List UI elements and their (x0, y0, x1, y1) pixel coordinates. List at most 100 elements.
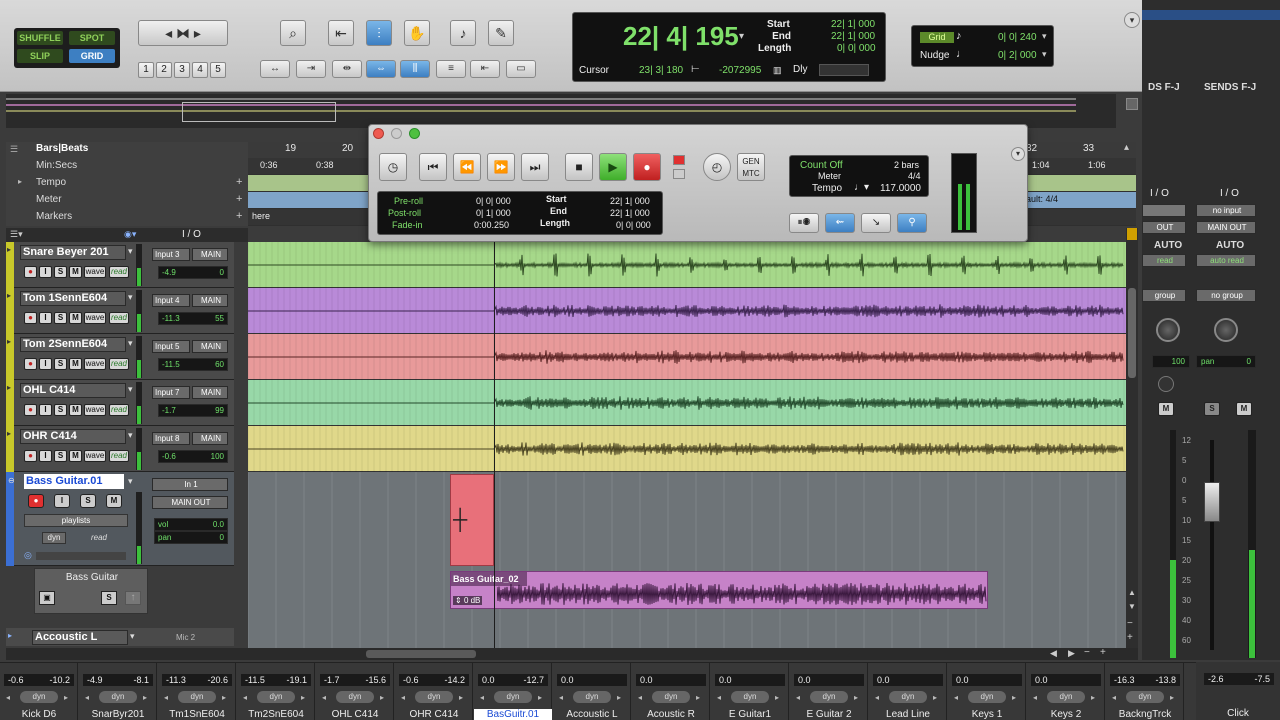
metronome-icon[interactable]: ◴ (703, 153, 731, 181)
strip-values[interactable]: -16.3 -13.8 (1110, 674, 1180, 686)
pencil-tool-icon[interactable]: ✎ (488, 20, 514, 46)
strip-values[interactable]: 0.0 (952, 674, 1022, 686)
strip-values[interactable]: 0.0 (873, 674, 943, 686)
strip-values[interactable]: 0.0 (636, 674, 706, 686)
track-view-selector[interactable]: wave (84, 266, 106, 278)
markers-label[interactable]: Markers (36, 211, 72, 222)
mixer-strip[interactable]: 0.0 ◂ dyn ▸ Accoustic L (553, 663, 631, 720)
overview-view-box[interactable] (182, 102, 336, 122)
track-timebase-icon[interactable]: ◎ (24, 550, 32, 561)
link-track-icon[interactable]: ⇹ (332, 60, 362, 78)
delay-label[interactable]: Dly (793, 64, 807, 75)
input-monitor-button[interactable]: I (39, 450, 52, 462)
track-volume-pan[interactable]: -0.6 100 (158, 450, 228, 463)
mixer-strip[interactable]: -16.3 -13.8 ◂ dyn ▸ BackngTrck (1106, 663, 1184, 720)
mixer-strip[interactable]: 0.0 ◂ dyn ▸ Keys 1 (948, 663, 1026, 720)
strip-left-arrow-icon[interactable]: ◂ (164, 693, 168, 702)
strip-dyn-button[interactable]: dyn (1126, 691, 1164, 703)
strip-left-arrow-icon[interactable]: ◂ (559, 693, 563, 702)
fast-forward-icon[interactable]: ⏩ (487, 153, 515, 181)
add-marker-icon[interactable]: + (236, 210, 242, 222)
strip-left-arrow-icon[interactable]: ◂ (85, 693, 89, 702)
mixer-auto-right[interactable]: auto read (1196, 254, 1256, 267)
counter-length-value[interactable]: 0| 0| 000 (837, 43, 876, 54)
track-collapse-icon[interactable]: ⊖ (8, 476, 15, 485)
grid-mode-button[interactable]: GRID (69, 49, 115, 63)
track-output-selector[interactable]: MAIN (192, 432, 228, 445)
strip-left-arrow-icon[interactable]: ◂ (480, 693, 484, 702)
horizontal-scroll-thumb[interactable] (366, 650, 476, 658)
click-strip-values[interactable]: -2.6 -7.5 (1204, 673, 1274, 685)
track-header[interactable]: ▸ OHL C414 ▾ ● I S M wave read Input 7 M… (6, 380, 234, 426)
midi-merge-icon[interactable]: ⏸◉ (789, 213, 819, 233)
strip-left-arrow-icon[interactable]: ◂ (954, 693, 958, 702)
record-enable-button[interactable]: ● (24, 266, 37, 278)
track-name-menu-icon[interactable]: ▾ (128, 384, 133, 395)
strip-name[interactable]: E Guitar1 (711, 709, 789, 720)
add-meter-icon[interactable]: + (236, 193, 242, 205)
strip-right-arrow-icon[interactable]: ▸ (696, 693, 700, 702)
playlist-promote-icon[interactable]: ↑ (125, 591, 141, 605)
mixer-strip[interactable]: -0.6 -10.2 ◂ dyn ▸ Kick D6 (0, 663, 78, 720)
go-to-end-icon[interactable]: ⏭ (521, 153, 549, 181)
record-enable-button[interactable]: ● (24, 312, 37, 324)
track-view-selector[interactable]: wave (84, 404, 106, 416)
spot-mode-button[interactable]: SPOT (69, 31, 115, 45)
record-enable-button[interactable]: ● (24, 450, 37, 462)
track-volume-pan[interactable]: -11.3 55 (158, 312, 228, 325)
strip-right-arrow-icon[interactable]: ▸ (222, 693, 226, 702)
scroll-right-icon[interactable]: ▶ (1068, 648, 1075, 659)
strip-dyn-button[interactable]: dyn (336, 691, 374, 703)
track-expand-icon[interactable]: ▸ (7, 245, 11, 254)
strip-name[interactable]: Keys 1 (948, 709, 1026, 720)
selector-tool-icon[interactable]: ⫶ (366, 20, 392, 46)
record-enable-button[interactable]: ● (24, 358, 37, 370)
mixer-group-right[interactable]: no group (1196, 289, 1256, 302)
track-header-bass-guitar[interactable]: ⊖ Bass Guitar.01 ▾ ● I S M playlists dyn… (6, 472, 234, 566)
record-enable-button[interactable]: ● (28, 494, 44, 508)
strip-values[interactable]: 0.0 -12.7 (478, 674, 548, 686)
ruler-menu-icon[interactable]: ☰ (10, 144, 28, 154)
track-name[interactable]: Tom 2SennE604 (20, 337, 126, 352)
track-height-icon[interactable] (1127, 228, 1137, 240)
strip-right-arrow-icon[interactable]: ▸ (775, 693, 779, 702)
vertical-scroll-thumb[interactable] (1128, 288, 1136, 378)
strip-values[interactable]: -0.6 -10.2 (4, 674, 74, 686)
zoomer-tool-icon[interactable]: ⌕ (280, 20, 306, 46)
recording-clip[interactable]: ┼ (450, 474, 494, 566)
track-name-menu-icon[interactable]: ▾ (128, 476, 133, 487)
meter-label[interactable]: Meter (36, 194, 62, 205)
strip-right-arrow-icon[interactable]: ▸ (64, 693, 68, 702)
play-icon[interactable]: ▶ (599, 153, 627, 181)
nudge-mini-icon[interactable]: ▥ (773, 65, 782, 76)
track-output-selector[interactable]: MAIN (192, 294, 228, 307)
strip-name[interactable]: Kick D6 (0, 709, 78, 720)
strip-dyn-button[interactable]: dyn (731, 691, 769, 703)
scrubber-tool-icon[interactable]: ♪ (450, 20, 476, 46)
track-volume-pan[interactable]: -11.5 60 (158, 358, 228, 371)
counter-indicator-icons[interactable] (819, 64, 869, 76)
playlist-lane-header[interactable]: Bass Guitar ▣ S ↑ (34, 568, 148, 614)
track-lane[interactable] (248, 426, 1126, 472)
tempo-note-icon[interactable]: ♩▾ (854, 182, 869, 193)
strip-right-arrow-icon[interactable]: ▸ (538, 693, 542, 702)
strip-right-arrow-icon[interactable]: ▸ (1091, 693, 1095, 702)
automation-mode-selector[interactable]: read (109, 450, 129, 462)
marker-here[interactable]: here (252, 211, 270, 221)
strip-left-arrow-icon[interactable]: ◂ (796, 693, 800, 702)
tempo-label[interactable]: Tempo (36, 177, 66, 188)
track-header[interactable]: ▸ OHR C414 ▾ ● I S M wave read Input 8 M… (6, 426, 234, 472)
horizontal-scrollbar[interactable]: ◀ ▶ − + (6, 647, 1138, 660)
strip-values[interactable]: 0.0 (715, 674, 785, 686)
strip-dyn-button[interactable]: dyn (415, 691, 453, 703)
mixer-solo-button[interactable]: S (1204, 402, 1220, 416)
tab-to-transient-icon[interactable]: ↔ (260, 60, 290, 78)
strip-dyn-button[interactable]: dyn (1047, 691, 1085, 703)
playlist-solo-button[interactable]: S (101, 591, 117, 605)
strip-right-arrow-icon[interactable]: ▸ (459, 693, 463, 702)
strip-name[interactable]: BackngTrck (1106, 709, 1184, 720)
solo-button[interactable]: S (54, 404, 67, 416)
automation-follows-icon[interactable]: ≡ (436, 60, 466, 78)
zoom-out-icon[interactable]: − (1127, 618, 1133, 629)
strip-name[interactable]: E Guitar 2 (790, 709, 868, 720)
